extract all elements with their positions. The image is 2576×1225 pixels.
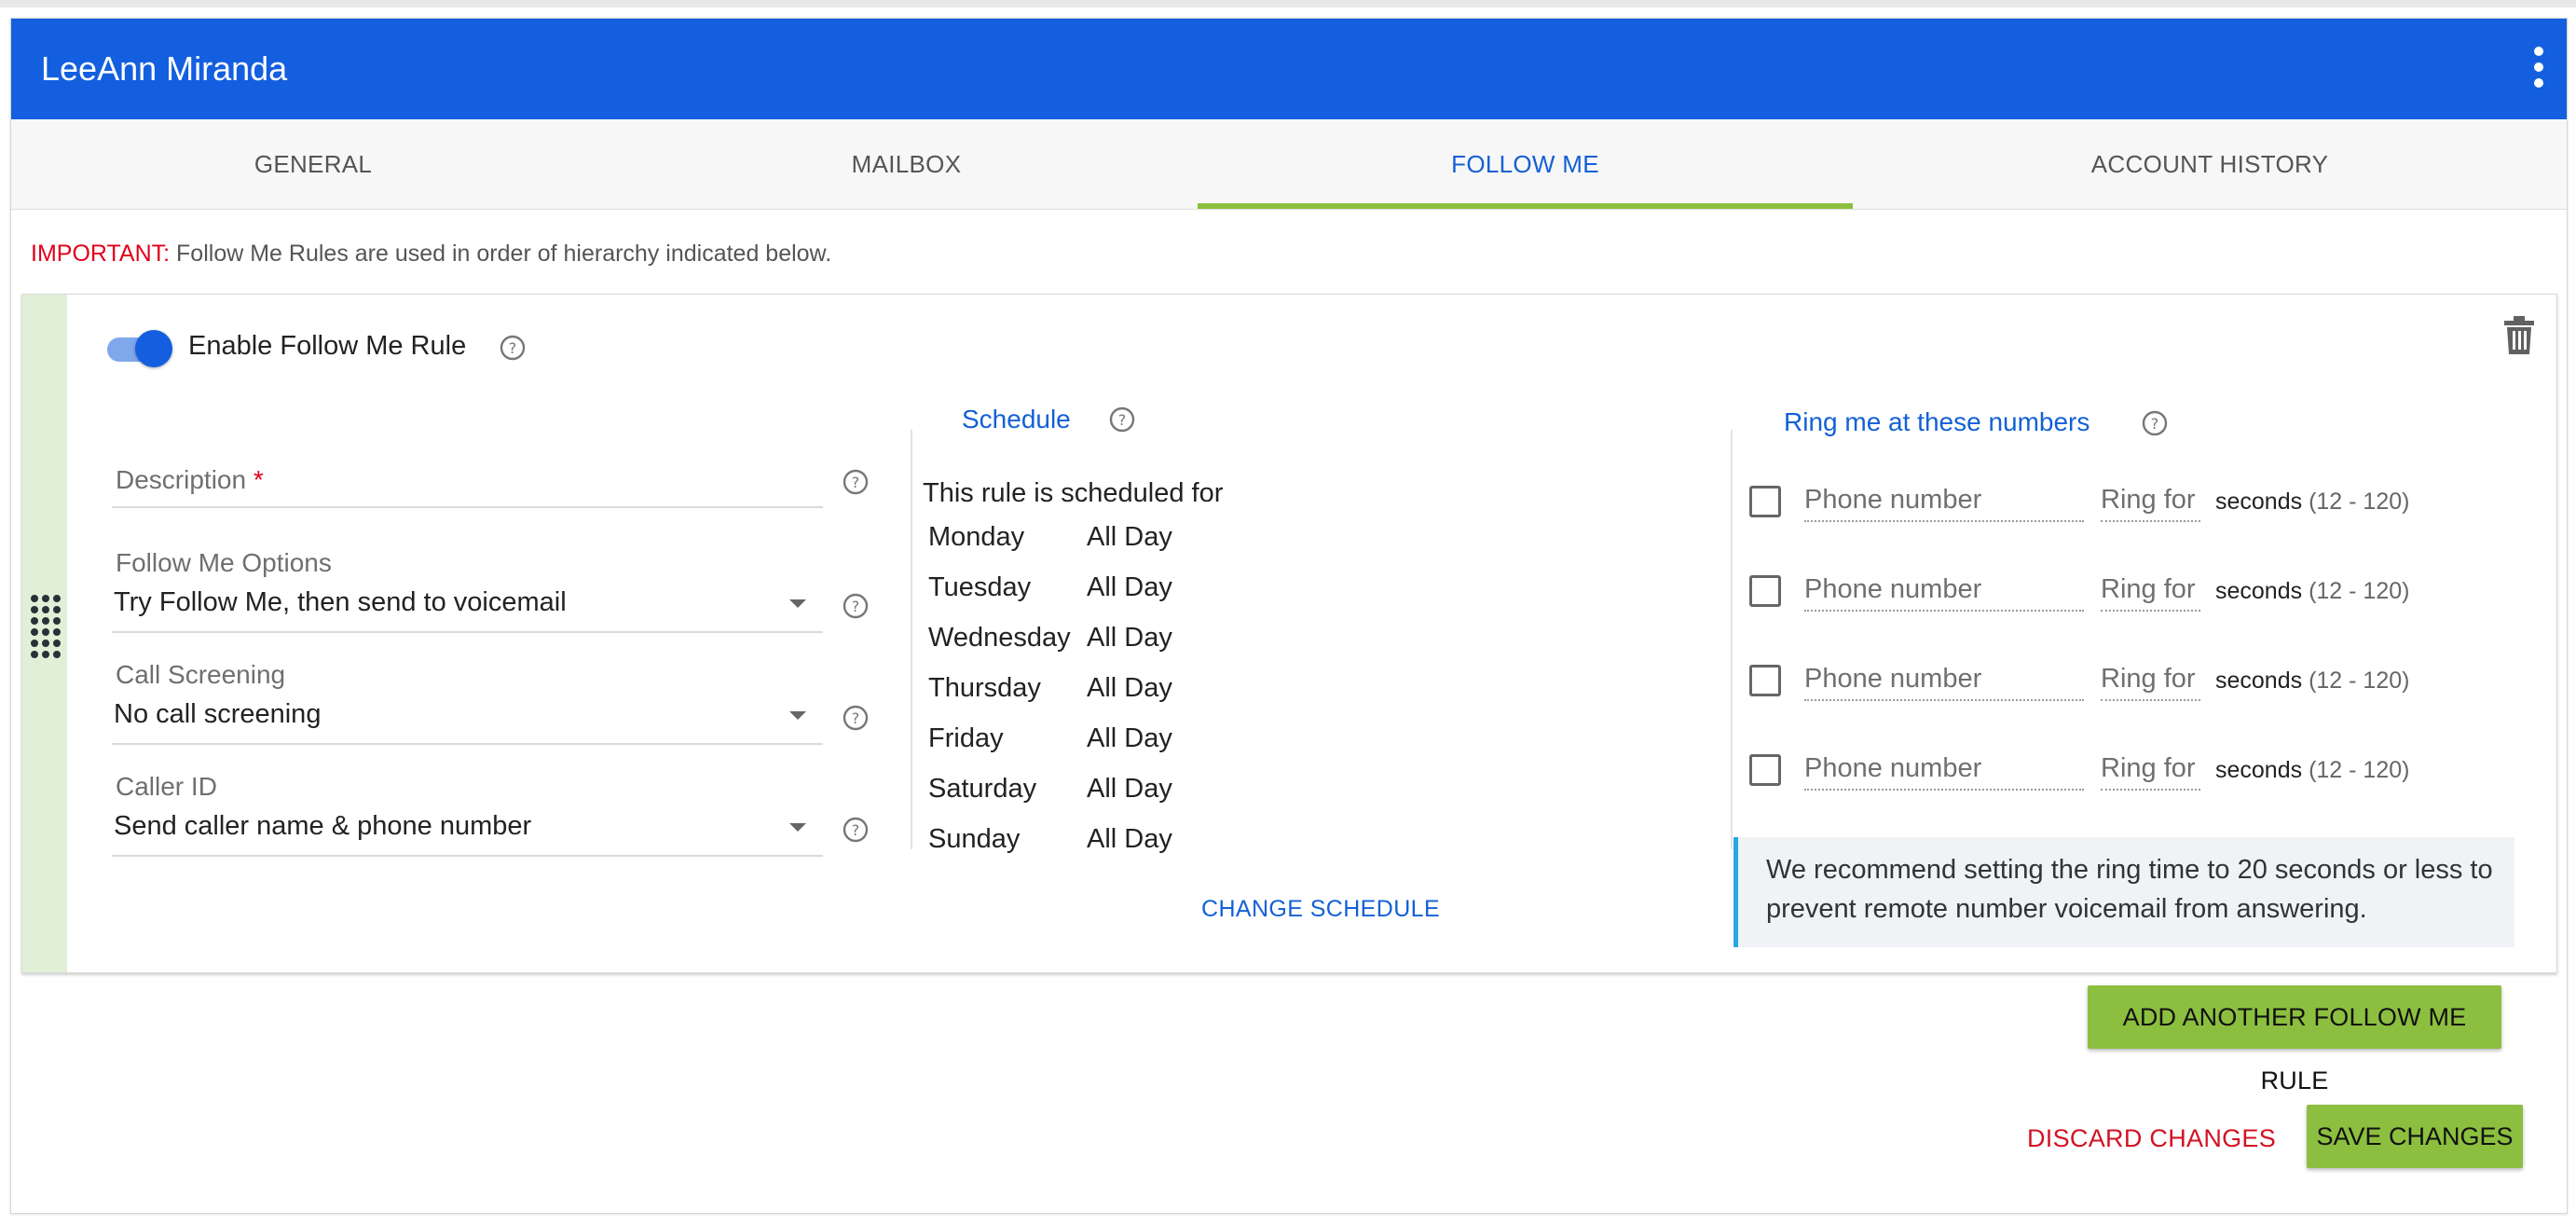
svg-text:?: ? [852,709,860,727]
important-label: IMPORTANT: [31,241,171,267]
schedule-time: All Day [1087,774,1172,804]
ring-for-input[interactable]: Ring for [2101,753,2200,791]
ring-for-input[interactable]: Ring for [2101,574,2200,612]
svg-text:?: ? [852,474,860,491]
schedule-time: All Day [1087,522,1172,552]
tab-mailbox[interactable]: MAILBOX [615,119,1198,209]
ring-for-input[interactable]: Ring for [2101,664,2200,701]
hierarchy-notice: IMPORTANT: Follow Me Rules are used in o… [31,241,831,268]
caret-down-icon[interactable] [789,711,806,720]
help-circle-icon[interactable]: ? [843,593,869,619]
tab-account-history[interactable]: ACCOUNT HISTORY [1853,119,2567,209]
ring-number-checkbox[interactable] [1749,575,1781,607]
caller-id-label: Caller ID [116,772,217,801]
schedule-day: Thursday [928,673,1041,703]
call-screening-label: Call Screening [116,660,286,689]
schedule-day: Friday [928,723,1004,753]
page-title: LeeAnn Miranda [41,49,288,88]
notice-text: Follow Me Rules are used in order of hie… [170,241,832,267]
call-screening-underline [112,743,823,745]
phone-number-input[interactable]: Phone number [1804,574,2084,612]
phone-number-input[interactable]: Phone number [1804,485,2084,522]
schedule-time: All Day [1087,623,1172,653]
caller-id-underline [112,855,823,857]
ring-numbers-title: Ring me at these numbers [1784,407,2090,436]
ring-number-checkbox[interactable] [1749,754,1781,786]
enable-rule-toggle[interactable] [105,328,174,369]
column-divider [1731,430,1733,849]
ring-seconds-hint: seconds (12 - 120) [2215,578,2410,604]
help-circle-icon[interactable]: ? [1109,406,1135,433]
svg-text:?: ? [1118,411,1127,429]
tab-follow-me[interactable]: FOLLOW ME [1198,119,1853,209]
help-circle-icon[interactable]: ? [2142,410,2168,436]
help-circle-icon[interactable]: ? [500,335,526,361]
tab-bar: GENERAL MAILBOX FOLLOW ME ACCOUNT HISTOR… [11,119,2567,210]
help-circle-icon[interactable]: ? [843,817,869,843]
column-divider [911,430,912,849]
drag-handle-icon[interactable] [29,593,62,664]
help-circle-icon[interactable]: ? [843,469,869,495]
svg-text:?: ? [852,598,860,615]
schedule-day: Saturday [928,774,1037,804]
description-label: Description * [116,465,264,494]
top-border [0,0,2576,7]
schedule-day: Monday [928,522,1025,552]
trash-icon[interactable] [2502,315,2536,356]
ring-for-input[interactable]: Ring for [2101,485,2200,522]
user-settings-card: LeeAnn Miranda GENERAL MAILBOX FOLLOW ME… [10,18,2568,1214]
ring-number-checkbox[interactable] [1749,486,1781,517]
discard-changes-button[interactable]: DISCARD CHANGES [2027,1124,2276,1153]
call-screening-select[interactable]: No call screening [114,699,321,730]
schedule-time: All Day [1087,824,1172,854]
schedule-time: All Day [1087,673,1172,703]
active-tab-indicator [1198,203,1853,209]
svg-text:?: ? [509,339,517,357]
schedule-day: Sunday [928,824,1021,854]
ring-seconds-hint: seconds (12 - 120) [2215,668,2410,694]
schedule-intro: This rule is scheduled for [923,478,1224,508]
ring-number-checkbox[interactable] [1749,665,1781,696]
schedule-day: Tuesday [928,572,1032,602]
recommendation-text: We recommend setting the ring time to 20… [1766,855,2493,924]
caret-down-icon[interactable] [789,599,806,608]
required-mark: * [253,465,264,494]
svg-text:?: ? [852,821,860,839]
caller-id-select[interactable]: Send caller name & phone number [114,811,531,842]
ring-time-recommendation: We recommend setting the ring time to 20… [1733,837,2514,947]
phone-number-input[interactable]: Phone number [1804,753,2084,791]
more-vertical-icon[interactable] [2529,45,2548,89]
description-input[interactable] [112,506,823,508]
tab-general[interactable]: GENERAL [11,119,615,209]
schedule-time: All Day [1087,723,1172,753]
phone-number-input[interactable]: Phone number [1804,664,2084,701]
follow-me-options-label: Follow Me Options [116,548,332,577]
follow-me-rule-card: Enable Follow Me Rule ? Description * ? … [21,294,2557,973]
follow-me-options-select[interactable]: Try Follow Me, then send to voicemail [114,587,567,618]
enable-rule-label: Enable Follow Me Rule [188,331,467,361]
schedule-day: Wednesday [928,623,1071,653]
add-follow-me-rule-button[interactable]: ADD ANOTHER FOLLOW ME RULE [2088,985,2501,1094]
svg-text:?: ? [2151,415,2159,433]
ring-seconds-hint: seconds (12 - 120) [2215,757,2410,783]
help-circle-icon[interactable]: ? [843,705,869,731]
ring-seconds-hint: seconds (12 - 120) [2215,489,2410,515]
follow-me-options-underline [112,631,823,633]
change-schedule-button[interactable]: CHANGE SCHEDULE [1201,896,1440,923]
save-changes-button[interactable]: SAVE CHANGES [2307,1105,2523,1168]
app-bar: LeeAnn Miranda [11,19,2567,119]
schedule-title: Schedule [962,405,1071,434]
caret-down-icon[interactable] [789,823,806,832]
schedule-time: All Day [1087,572,1172,602]
